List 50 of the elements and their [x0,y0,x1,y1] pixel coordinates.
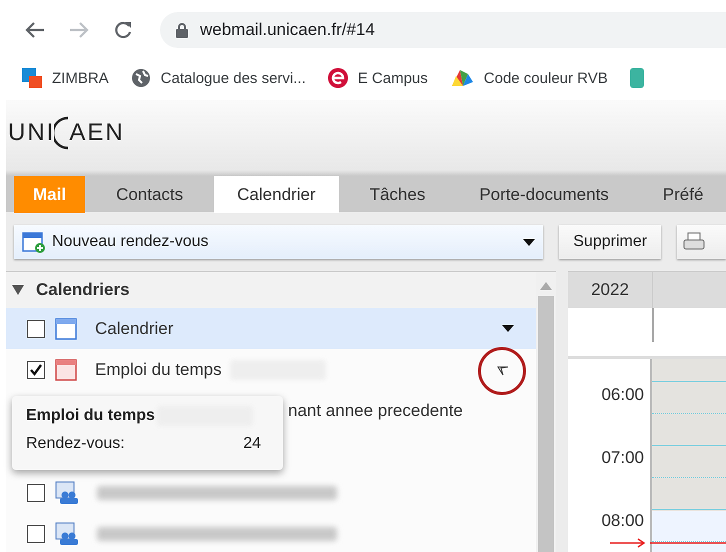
year-header: 2022 [568,272,652,308]
bookmark[interactable]: Catalogue des servi... [160,70,306,86]
bookmark[interactable]: ZIMBRA [52,70,109,86]
hour-label: 06:00 [601,385,644,404]
back-arrow-icon [25,21,45,39]
nav-tab[interactable]: Contacts [93,176,206,213]
calendar-icon [55,358,77,380]
hour-label: 08:00 [601,511,644,530]
address-bar[interactable]: webmail.unicaen.fr/#14 [160,12,726,48]
calendar-add-icon [22,230,46,254]
calendar-icon [55,318,77,340]
shared-calendar-icon [55,480,79,504]
shared-calendar-icon [55,522,79,546]
forward-arrow-icon [69,21,89,39]
hour-label: 07:00 [601,448,644,467]
printer-icon [683,232,706,252]
e-letter-icon [328,68,348,88]
delete-button[interactable]: Supprimer [559,225,662,259]
scrollbar[interactable] [536,272,556,552]
lock-icon [176,22,188,38]
checkbox[interactable] [27,524,45,542]
nav-tab[interactable]: Porte-documents [456,176,632,213]
url-text: webmail.unicaen.fr/#14 [200,20,375,40]
nav-tab[interactable]: Tâches [346,176,448,213]
reload-icon [113,20,133,40]
bookmark[interactable]: Code couleur RVB [484,70,608,86]
zimbra-icon [22,68,42,88]
nav-tab[interactable]: Calendrier [214,176,339,213]
nav-tab[interactable]: Préfé [640,176,726,213]
globe-icon [130,68,151,88]
tooltip-count: 24 [243,435,261,453]
checkbox[interactable] [27,320,45,338]
checkbox[interactable] [27,484,45,502]
bookmark-icon [630,68,644,88]
logo: UNI AEN [6,100,726,166]
dropdown-caret-icon [523,238,536,246]
calendar-name[interactable]: nant annee precedente [288,400,463,420]
print-button[interactable] [677,225,726,259]
tooltip-label: Rendez-vous: [26,435,125,453]
tooltip-title: Emploi du temps [26,407,155,425]
collapse-toggle-icon[interactable] [12,284,24,296]
bookmark[interactable]: E Campus [358,70,428,86]
calendar-name[interactable]: Emploi du temps [95,360,222,380]
calendar-name[interactable]: Calendrier [95,318,174,338]
dropdown-caret-icon[interactable] [502,325,514,332]
new-appointment-button[interactable]: Nouveau rendez-vous [14,225,544,259]
checkbox[interactable] [27,360,45,378]
annotation-circle [477,346,527,396]
section-title: Calendriers [36,280,130,300]
color-fan-icon [450,68,474,88]
